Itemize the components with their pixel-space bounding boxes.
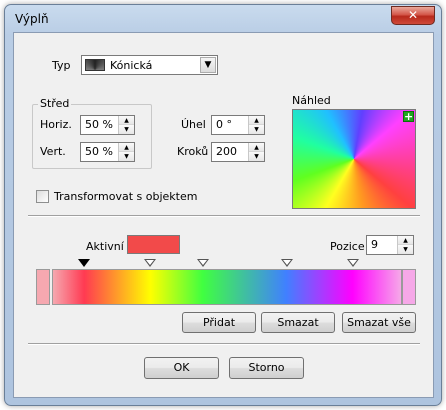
ok-button[interactable]: OK (144, 357, 219, 379)
spin-up-icon[interactable]: ▲ (119, 116, 134, 125)
chevron-down-icon[interactable]: ▼ (200, 57, 216, 73)
transform-checkbox-label[interactable]: Transformovat s objektem (54, 190, 197, 203)
dialog-title: Výplň (15, 12, 49, 26)
spin-up-icon[interactable]: ▲ (249, 143, 264, 152)
spin-up-icon[interactable]: ▲ (398, 236, 413, 245)
horiz-value: 50 % (85, 118, 113, 131)
transform-checkbox[interactable] (36, 190, 49, 203)
dialog-body: Typ Kónická ▼ Střed Horiz. 50 % ▲ ▼ Vert.… (13, 32, 434, 398)
type-select-value: Kónická (110, 59, 153, 72)
vert-label: Vert. (40, 145, 66, 158)
delete-stop-button[interactable]: Smazat (261, 312, 335, 333)
position-label: Pozice (330, 240, 365, 253)
gradient-stop-marker[interactable] (281, 259, 293, 267)
vert-value: 50 % (85, 145, 113, 158)
cancel-button[interactable]: Storno (229, 357, 304, 379)
angle-spinner[interactable]: 0 ° ▲ ▼ (211, 115, 265, 135)
preview-label: Náhled (292, 94, 331, 107)
gradient-stop-markers[interactable] (52, 257, 402, 269)
gradient-bar[interactable] (52, 269, 402, 305)
spin-down-icon[interactable]: ▼ (249, 152, 264, 161)
fill-dialog: Výplň ✕ Typ Kónická ▼ Střed Horiz. 50 % … (4, 4, 442, 406)
gradient-stop-marker[interactable] (197, 259, 209, 267)
gradient-start-swatch[interactable] (36, 269, 50, 305)
plus-icon[interactable]: + (403, 111, 414, 122)
steps-value: 200 (216, 145, 237, 158)
type-label: Typ (52, 59, 71, 72)
gradient-stop-marker[interactable] (78, 259, 90, 267)
gradient-stop-marker[interactable] (347, 259, 359, 267)
horiz-spinner[interactable]: 50 % ▲ ▼ (80, 115, 135, 135)
horiz-label: Horiz. (40, 118, 72, 131)
center-group-label: Střed (38, 97, 72, 110)
separator (28, 343, 420, 345)
spin-up-icon[interactable]: ▲ (119, 143, 134, 152)
gradient-stop-marker[interactable] (144, 259, 156, 267)
gradient-end-swatch[interactable] (402, 269, 416, 305)
active-color-swatch[interactable] (127, 235, 180, 254)
active-color-label: Aktivní (86, 240, 124, 253)
spin-down-icon[interactable]: ▼ (249, 125, 264, 134)
close-button[interactable]: ✕ (391, 6, 435, 25)
spin-down-icon[interactable]: ▼ (119, 152, 134, 161)
add-stop-button[interactable]: Přidat (182, 312, 256, 333)
position-spinner[interactable]: 9 ▲ ▼ (366, 235, 414, 255)
delete-all-button[interactable]: Smazat vše (342, 312, 416, 333)
separator (28, 215, 420, 217)
type-select[interactable]: Kónická ▼ (81, 55, 218, 75)
angle-label: Úhel (181, 118, 206, 131)
gradient-type-icon (85, 59, 105, 71)
position-value: 9 (371, 238, 378, 251)
vert-spinner[interactable]: 50 % ▲ ▼ (80, 142, 135, 162)
steps-label: Kroků (177, 145, 209, 158)
spin-up-icon[interactable]: ▲ (249, 116, 264, 125)
steps-spinner[interactable]: 200 ▲ ▼ (211, 142, 265, 162)
angle-value: 0 ° (216, 118, 232, 131)
spin-down-icon[interactable]: ▼ (398, 245, 413, 254)
preview-canvas: + (292, 109, 416, 209)
spin-down-icon[interactable]: ▼ (119, 125, 134, 134)
close-icon: ✕ (407, 8, 419, 22)
